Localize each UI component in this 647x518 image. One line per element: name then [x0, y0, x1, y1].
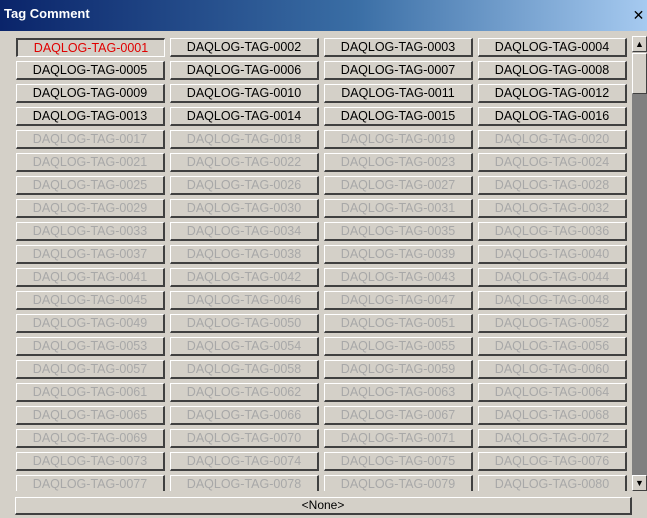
tag-button[interactable]: DAQLOG-TAG-0015 [324, 107, 473, 126]
tag-button[interactable]: DAQLOG-TAG-0064 [478, 383, 627, 402]
tag-button[interactable]: DAQLOG-TAG-0079 [324, 475, 473, 491]
tag-button[interactable]: DAQLOG-TAG-0078 [170, 475, 319, 491]
tag-button[interactable]: DAQLOG-TAG-0017 [16, 130, 165, 149]
tag-button[interactable]: DAQLOG-TAG-0046 [170, 291, 319, 310]
tag-button[interactable]: DAQLOG-TAG-0013 [16, 107, 165, 126]
comment-status-button[interactable]: <None> [15, 497, 632, 515]
tag-button[interactable]: DAQLOG-TAG-0025 [16, 176, 165, 195]
tag-button[interactable]: DAQLOG-TAG-0063 [324, 383, 473, 402]
vertical-scrollbar[interactable]: ▲ ▼ [632, 36, 647, 491]
tag-button[interactable]: DAQLOG-TAG-0062 [170, 383, 319, 402]
tag-button[interactable]: DAQLOG-TAG-0060 [478, 360, 627, 379]
tag-button[interactable]: DAQLOG-TAG-0040 [478, 245, 627, 264]
tag-button[interactable]: DAQLOG-TAG-0030 [170, 199, 319, 218]
tag-button[interactable]: DAQLOG-TAG-0076 [478, 452, 627, 471]
scroll-up-button[interactable]: ▲ [632, 36, 647, 52]
tag-button[interactable]: DAQLOG-TAG-0036 [478, 222, 627, 241]
tag-button[interactable]: DAQLOG-TAG-0045 [16, 291, 165, 310]
tag-button[interactable]: DAQLOG-TAG-0011 [324, 84, 473, 103]
tag-button[interactable]: DAQLOG-TAG-0027 [324, 176, 473, 195]
tag-button[interactable]: DAQLOG-TAG-0034 [170, 222, 319, 241]
tag-button[interactable]: DAQLOG-TAG-0009 [16, 84, 165, 103]
window-title: Tag Comment [4, 6, 90, 21]
tag-button[interactable]: DAQLOG-TAG-0001 [16, 38, 165, 57]
tag-button[interactable]: DAQLOG-TAG-0044 [478, 268, 627, 287]
tag-button[interactable]: DAQLOG-TAG-0028 [478, 176, 627, 195]
tag-button[interactable]: DAQLOG-TAG-0048 [478, 291, 627, 310]
tag-button[interactable]: DAQLOG-TAG-0043 [324, 268, 473, 287]
tag-button[interactable]: DAQLOG-TAG-0059 [324, 360, 473, 379]
tag-button[interactable]: DAQLOG-TAG-0051 [324, 314, 473, 333]
tag-grid: DAQLOG-TAG-0001 DAQLOG-TAG-0002 DAQLOG-TAG… [15, 36, 632, 491]
tag-button[interactable]: DAQLOG-TAG-0010 [170, 84, 319, 103]
tag-button[interactable]: DAQLOG-TAG-0002 [170, 38, 319, 57]
tag-button[interactable]: DAQLOG-TAG-0014 [170, 107, 319, 126]
tag-button[interactable]: DAQLOG-TAG-0053 [16, 337, 165, 356]
tag-button[interactable]: DAQLOG-TAG-0073 [16, 452, 165, 471]
tag-button[interactable]: DAQLOG-TAG-0016 [478, 107, 627, 126]
tag-button[interactable]: DAQLOG-TAG-0026 [170, 176, 319, 195]
tag-button[interactable]: DAQLOG-TAG-0071 [324, 429, 473, 448]
tag-button[interactable]: DAQLOG-TAG-0003 [324, 38, 473, 57]
tag-button[interactable]: DAQLOG-TAG-0018 [170, 130, 319, 149]
tag-button[interactable]: DAQLOG-TAG-0042 [170, 268, 319, 287]
tag-button[interactable]: DAQLOG-TAG-0008 [478, 61, 627, 80]
tag-button[interactable]: DAQLOG-TAG-0080 [478, 475, 627, 491]
tag-button[interactable]: DAQLOG-TAG-0041 [16, 268, 165, 287]
tag-button[interactable]: DAQLOG-TAG-0066 [170, 406, 319, 425]
tag-button[interactable]: DAQLOG-TAG-0020 [478, 130, 627, 149]
tag-button[interactable]: DAQLOG-TAG-0065 [16, 406, 165, 425]
tag-button[interactable]: DAQLOG-TAG-0033 [16, 222, 165, 241]
tag-button[interactable]: DAQLOG-TAG-0019 [324, 130, 473, 149]
tag-button[interactable]: DAQLOG-TAG-0070 [170, 429, 319, 448]
tag-button[interactable]: DAQLOG-TAG-0068 [478, 406, 627, 425]
tag-button[interactable]: DAQLOG-TAG-0057 [16, 360, 165, 379]
title-bar[interactable]: Tag Comment ✕ [0, 0, 647, 31]
tag-comment-window: Tag Comment ✕ DAQLOG-TAG-0001 DAQLOG-TAG-… [0, 0, 647, 518]
tag-button[interactable]: DAQLOG-TAG-0031 [324, 199, 473, 218]
tag-button[interactable]: DAQLOG-TAG-0049 [16, 314, 165, 333]
tag-button[interactable]: DAQLOG-TAG-0021 [16, 153, 165, 172]
tag-button[interactable]: DAQLOG-TAG-0038 [170, 245, 319, 264]
tag-button[interactable]: DAQLOG-TAG-0047 [324, 291, 473, 310]
tag-button[interactable]: DAQLOG-TAG-0006 [170, 61, 319, 80]
tag-button[interactable]: DAQLOG-TAG-0056 [478, 337, 627, 356]
tag-button[interactable]: DAQLOG-TAG-0069 [16, 429, 165, 448]
tag-button[interactable]: DAQLOG-TAG-0024 [478, 153, 627, 172]
tag-button[interactable]: DAQLOG-TAG-0005 [16, 61, 165, 80]
tag-button[interactable]: DAQLOG-TAG-0077 [16, 475, 165, 491]
tag-button[interactable]: DAQLOG-TAG-0074 [170, 452, 319, 471]
tag-button[interactable]: DAQLOG-TAG-0052 [478, 314, 627, 333]
tag-button[interactable]: DAQLOG-TAG-0067 [324, 406, 473, 425]
tag-button[interactable]: DAQLOG-TAG-0022 [170, 153, 319, 172]
tag-button[interactable]: DAQLOG-TAG-0037 [16, 245, 165, 264]
tag-grid-frame: DAQLOG-TAG-0001 DAQLOG-TAG-0002 DAQLOG-TAG… [15, 36, 632, 491]
tag-button[interactable]: DAQLOG-TAG-0055 [324, 337, 473, 356]
tag-button[interactable]: DAQLOG-TAG-0054 [170, 337, 319, 356]
tag-button[interactable]: DAQLOG-TAG-0039 [324, 245, 473, 264]
tag-button[interactable]: DAQLOG-TAG-0004 [478, 38, 627, 57]
tag-button[interactable]: DAQLOG-TAG-0050 [170, 314, 319, 333]
tag-button[interactable]: DAQLOG-TAG-0007 [324, 61, 473, 80]
tag-button[interactable]: DAQLOG-TAG-0072 [478, 429, 627, 448]
tag-button[interactable]: DAQLOG-TAG-0012 [478, 84, 627, 103]
tag-button[interactable]: DAQLOG-TAG-0061 [16, 383, 165, 402]
scroll-track[interactable] [632, 94, 647, 475]
tag-button[interactable]: DAQLOG-TAG-0023 [324, 153, 473, 172]
close-icon[interactable]: ✕ [630, 8, 647, 25]
tag-button[interactable]: DAQLOG-TAG-0032 [478, 199, 627, 218]
tag-button[interactable]: DAQLOG-TAG-0035 [324, 222, 473, 241]
scroll-down-button[interactable]: ▼ [632, 475, 647, 491]
tag-button[interactable]: DAQLOG-TAG-0058 [170, 360, 319, 379]
scroll-thumb[interactable] [632, 53, 647, 94]
tag-button[interactable]: DAQLOG-TAG-0029 [16, 199, 165, 218]
tag-button[interactable]: DAQLOG-TAG-0075 [324, 452, 473, 471]
